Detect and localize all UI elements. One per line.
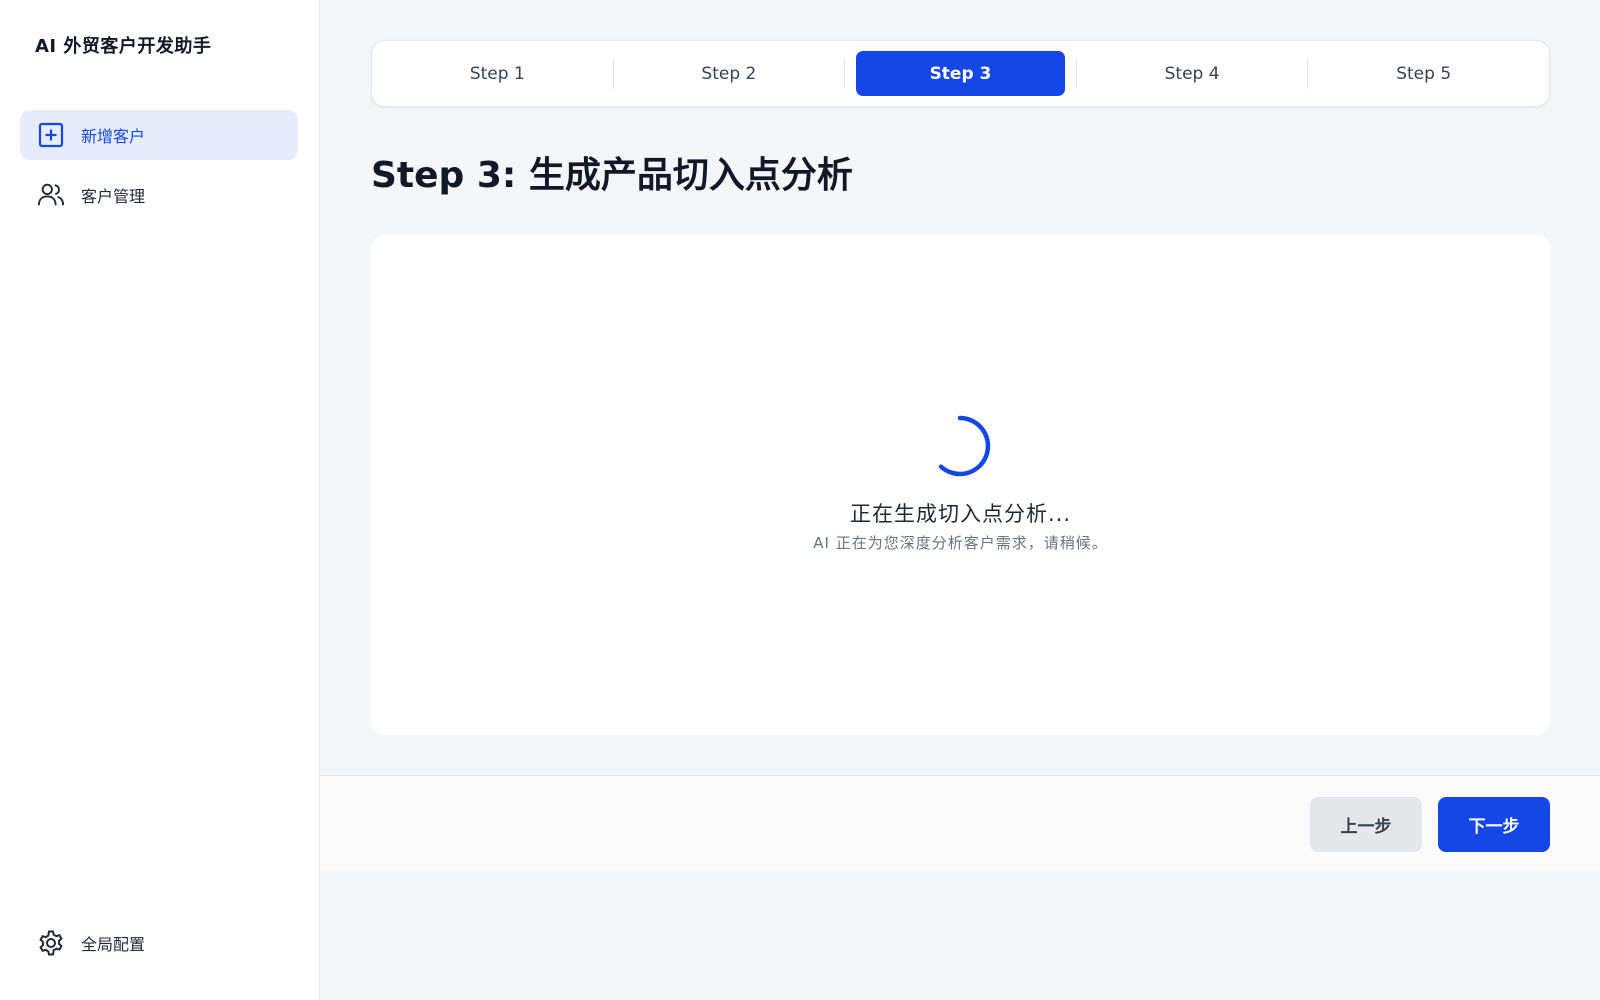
sidebar-item-label: 全局配置 [81,935,146,954]
plus-square-icon [37,121,65,149]
loading-spinner-icon [929,415,991,477]
stepper: Step 1 Step 2 Step 3 Step 4 Step 5 [371,40,1550,107]
step-divider [1075,58,1077,89]
step-divider [844,58,846,89]
app-title: AI 外贸客户开发助手 [35,36,212,57]
sidebar-item-customer-management[interactable]: 客户管理 [20,170,298,220]
sidebar-nav: 新增客户 客户管理 [20,110,298,230]
page-title: Step 3: 生成产品切入点分析 [371,155,853,196]
step-3[interactable]: Step 3 [856,51,1065,96]
step-4[interactable]: Step 4 [1088,51,1297,96]
prev-step-button[interactable]: 上一步 [1310,797,1422,852]
step-divider [612,58,614,89]
app-root: AI 外贸客户开发助手 新增客户 客户管理 全局配置 Step 1 Step 2… [0,0,1600,1000]
loading-subtitle: AI 正在为您深度分析客户需求，请稍候。 [813,534,1108,552]
main-content: Step 1 Step 2 Step 3 Step 4 Step 5 Step … [320,0,1600,1000]
step-5[interactable]: Step 5 [1319,51,1528,96]
next-step-button[interactable]: 下一步 [1438,797,1550,852]
gear-icon [37,929,65,957]
sidebar-item-label: 客户管理 [81,187,146,206]
loading-panel: 正在生成切入点分析... AI 正在为您深度分析客户需求，请稍候。 [371,235,1550,735]
step-2[interactable]: Step 2 [625,51,834,96]
users-icon [37,181,65,209]
step-1[interactable]: Step 1 [393,51,602,96]
sidebar: AI 外贸客户开发助手 新增客户 客户管理 全局配置 [0,0,320,1000]
sidebar-bottom: 全局配置 [20,918,298,978]
step-divider [1307,58,1309,89]
footer-bar: 上一步 下一步 [320,775,1600,871]
sidebar-item-label: 新增客户 [81,127,146,146]
loading-title: 正在生成切入点分析... [849,502,1072,526]
sidebar-item-new-customer[interactable]: 新增客户 [20,110,298,160]
sidebar-item-global-settings[interactable]: 全局配置 [20,918,298,968]
